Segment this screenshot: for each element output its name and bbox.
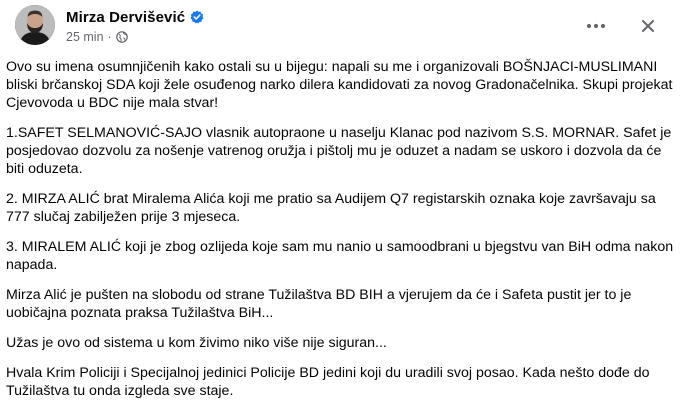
facebook-post: Mirza Dervišević 25 min · Ovo su imena o… (0, 0, 687, 409)
more-options-button[interactable] (578, 8, 614, 44)
avatar-photo (15, 5, 55, 45)
close-post-button[interactable] (630, 8, 666, 44)
post-paragraph-suspect-3: 3. MIRALEM ALIĆ koji je zbog ozlijeda ko… (6, 239, 674, 273)
post-meta: 25 min · (66, 30, 204, 44)
post-paragraph-thanks: Hvala Krim Policiji i Specijalnoj jedini… (6, 365, 650, 399)
post-paragraph-intro: Ovo su imena osumnjičenih kako ostali su… (6, 59, 673, 111)
post-paragraph-release: Mirza Alić je pušten na slobodu od stran… (6, 287, 632, 321)
avatar[interactable] (15, 5, 55, 45)
post-paragraph-suspect-1: 1.SAFET SELMANOVIĆ-SAJO vlasnik autoprao… (6, 125, 672, 177)
meta-separator: · (107, 30, 112, 44)
post-header: Mirza Dervišević 25 min · (0, 0, 687, 52)
close-icon (641, 19, 655, 33)
post-timestamp[interactable]: 25 min (66, 30, 104, 44)
verified-badge-icon (190, 10, 204, 24)
author-block: Mirza Dervišević 25 min · (66, 7, 204, 44)
post-paragraph-system: Užas je ovo od sistema u kom živimo niko… (6, 335, 387, 351)
author-row: Mirza Dervišević (66, 7, 204, 27)
more-horizontal-icon (586, 23, 606, 29)
post-paragraph-suspect-2: 2. MIRZA ALIĆ brat Miralema Alića koji m… (6, 191, 656, 225)
post-body: Ovo su imena osumnjičenih kako ostali su… (6, 58, 681, 412)
globe-icon[interactable] (115, 31, 128, 43)
author-name[interactable]: Mirza Dervišević (66, 9, 185, 26)
